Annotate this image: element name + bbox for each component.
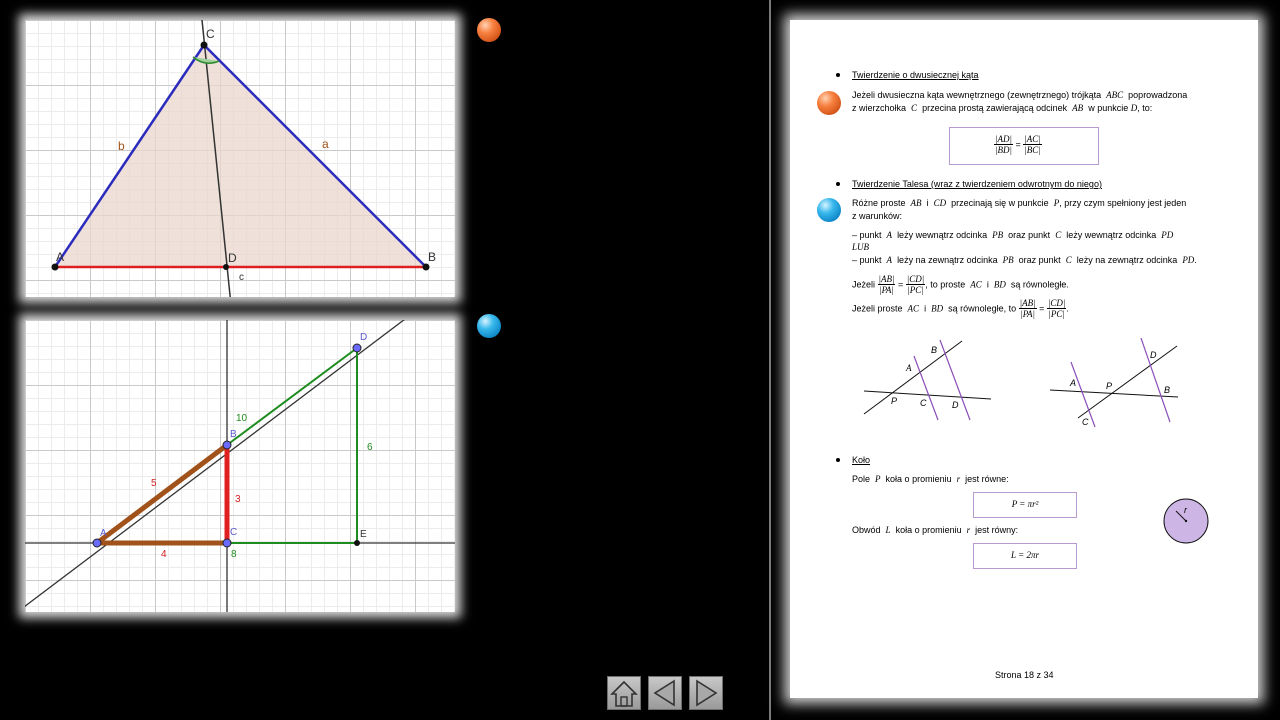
thales-condition2: – punkt A leży na zewnątrz odcinka PB or… [852,255,1197,265]
label-side-c: c [239,272,244,283]
point-A[interactable] [51,263,59,271]
svg-text:D: D [952,400,959,410]
blue-ball-icon[interactable] [477,314,501,338]
segment-BD [226,347,358,446]
segment-AB [95,443,229,545]
thales-converse-line: Jeżeli |AB| |PA| = |CD| |PC|, to proste AC… [852,274,1069,295]
document-page: Twierdzenie o dwusiecznej kąta Jeżeli dw… [790,20,1258,698]
thales-figure: A B C D E 5 3 4 10 6 8 [25,320,455,612]
label-side-b: b [118,139,125,153]
triangle-left-icon [653,679,675,707]
point-C[interactable] [200,41,208,49]
orange-ball-icon[interactable] [817,91,841,115]
point-A[interactable] [92,538,102,548]
section-heading-bisector: Twierdzenie o dwusiecznej kąta [852,70,979,80]
orange-ball-icon[interactable] [477,18,501,42]
thales-text-line1: Różne proste AB i CD przecinają się w pu… [852,198,1187,208]
label-C: C [230,527,237,538]
home-icon [610,680,638,707]
thales-condition1: – punkt A leży wewnątrz odcinka PB oraz … [852,230,1174,240]
svg-text:P: P [891,396,897,406]
line-AD [25,320,405,608]
svg-text:P: P [1106,381,1112,391]
bisector-formula-box: |AD| |BD| = |AC| |BC| [949,127,1099,165]
next-button[interactable] [689,676,723,710]
length-BC: 3 [235,494,241,505]
label-C: C [206,27,215,41]
home-button[interactable] [607,676,641,710]
length-BD: 10 [236,413,248,424]
divider [769,0,771,720]
point-B[interactable] [422,263,430,271]
point-E[interactable] [354,540,360,546]
triangle-drawing: A C B D b a c [51,20,436,297]
label-A: A [56,250,64,264]
bullet [836,182,840,186]
thales-drawing: A B C D E 5 3 4 10 6 8 [25,320,455,612]
thales-lub: LUB [852,242,870,252]
label-B: B [230,429,237,440]
svg-text:B: B [931,345,937,355]
section-heading-thales: Twierdzenie Talesa (wraz z twierdzeniem … [852,179,1102,189]
label-D: D [228,251,237,265]
label-A: A [100,528,107,539]
label-E: E [360,529,367,540]
bisector-text-line2: z wierzchołka C przecina prostą zawieraj… [852,103,1153,113]
page-number: Strona 18 z 34 [995,670,1054,680]
label-B: B [428,250,436,264]
circle-area-text: Pole P koła o promieniu r jest równe: [852,474,1009,484]
triangle-right-icon [696,679,718,707]
bullet [836,458,840,462]
length-AC: 4 [161,549,167,560]
svg-text:A: A [905,363,912,373]
circumference-formula-box: L = 2πr [973,543,1077,569]
svg-text:C: C [1082,417,1089,427]
thales-diagram-2: A P D B C [1049,338,1179,428]
svg-text:D: D [1150,350,1157,360]
svg-text:B: B [1164,385,1170,395]
bullet [836,73,840,77]
length-CE: 8 [231,549,237,560]
area-formula-box: P = πr² [973,492,1077,518]
length-DE: 6 [367,442,373,453]
bisector-text-line1: Jeżeli dwusieczna kąta wewnętrznego (zew… [852,90,1188,100]
point-C[interactable] [222,538,232,548]
angle-bisector-figure: A C B D b a c [25,20,455,297]
thales-theorem-line: Jeżeli proste AC i BD są równoległe, to … [852,298,1069,319]
blue-ball-icon[interactable] [817,198,841,222]
label-side-a: a [322,137,329,151]
length-AB: 5 [151,478,157,489]
svg-text:A: A [1069,378,1076,388]
thales-text-line2: z warunków: [852,211,903,221]
circle-circumference-text: Obwód L koła o promieniu r jest równy: [852,525,1019,535]
thales-diagram-1: A B P C D [863,339,992,421]
label-D: D [360,332,367,343]
circle-diagram: r [1163,498,1209,544]
prev-button[interactable] [648,676,682,710]
section-heading-circle: Koło [852,455,871,465]
point-B[interactable] [222,440,232,450]
svg-text:C: C [920,398,927,408]
point-D[interactable] [352,343,362,353]
